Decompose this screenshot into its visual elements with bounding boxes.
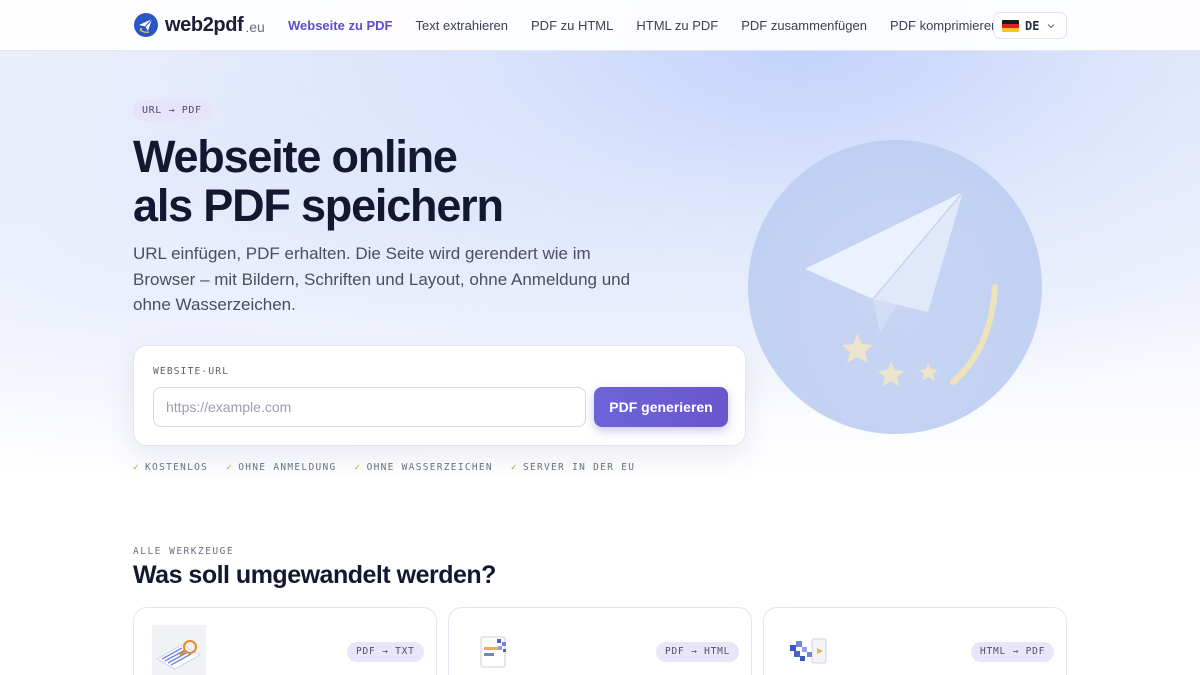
page-title-line-2: als PDF speichern bbox=[133, 180, 504, 231]
brand-tld: .eu bbox=[245, 19, 265, 35]
check-icon: ✓ bbox=[226, 462, 234, 473]
check-icon: ✓ bbox=[133, 462, 141, 473]
nav-link-pdf-zusammenfuegen[interactable]: PDF zusammenfügen bbox=[741, 18, 867, 33]
feature-list: ✓ KOSTENLOS ✓ OHNE ANMELDUNG ✓ OHNE WASSERZ… bbox=[133, 462, 653, 473]
main-menu: Webseite zu PDF Text extrahieren PDF zu … bbox=[288, 0, 1021, 50]
paper-plane-stars-icon bbox=[748, 140, 1042, 434]
tool-card-pdf-to-html[interactable]: PDF → HTML bbox=[448, 607, 752, 675]
feature-item: ✓ OHNE WASSERZEICHEN bbox=[354, 462, 493, 473]
language-selector[interactable]: DE bbox=[993, 12, 1067, 39]
top-navigation: web2pdf .eu Webseite zu PDF Text extrahi… bbox=[0, 0, 1200, 51]
nav-link-text-extrahieren[interactable]: Text extrahieren bbox=[416, 18, 509, 33]
hero-subtitle: URL einfügen, PDF erhalten. Die Seite wi… bbox=[133, 244, 631, 314]
nav-link-pdf-komprimieren[interactable]: PDF komprimieren bbox=[890, 18, 998, 33]
brand-logo[interactable]: web2pdf .eu bbox=[134, 12, 265, 38]
tool-badge: HTML → PDF bbox=[971, 642, 1055, 662]
tool-badge: PDF → HTML bbox=[656, 642, 740, 662]
check-icon: ✓ bbox=[510, 462, 518, 473]
feature-item: ✓ KOSTENLOS bbox=[133, 462, 209, 473]
nav-link-pdf-zu-html[interactable]: PDF zu HTML bbox=[531, 18, 613, 33]
page-title: Webseite online als PDF speichern bbox=[133, 132, 733, 230]
check-icon: ✓ bbox=[354, 462, 362, 473]
feature-item: ✓ OHNE ANMELDUNG bbox=[226, 462, 337, 473]
website-url-input[interactable] bbox=[153, 387, 586, 427]
tool-card-pdf-to-txt[interactable]: PDF → TXT bbox=[133, 607, 437, 675]
section-eyebrow: ALLE WERKZEUGE bbox=[133, 546, 235, 557]
text-extract-icon bbox=[152, 625, 206, 675]
chevron-down-icon bbox=[1048, 23, 1055, 28]
section-title: Was soll umgewandelt werden? bbox=[133, 561, 496, 589]
nav-link-html-zu-pdf[interactable]: HTML zu PDF bbox=[636, 18, 718, 33]
hero-tag: URL → PDF bbox=[133, 100, 211, 121]
pdf-to-html-icon bbox=[480, 636, 506, 668]
language-code: DE bbox=[1025, 18, 1040, 33]
url-form-card: WEBSITE-URL PDF generieren bbox=[133, 345, 746, 446]
page-title-line-1: Webseite online bbox=[133, 131, 458, 182]
generate-pdf-button[interactable]: PDF generieren bbox=[594, 387, 728, 427]
url-field-label: WEBSITE-URL bbox=[153, 366, 230, 377]
paper-plane-logo-icon bbox=[134, 13, 158, 37]
feature-item: ✓ SERVER IN DER EU bbox=[510, 462, 636, 473]
brand-name: web2pdf bbox=[165, 13, 244, 36]
tool-card-html-to-pdf[interactable]: HTML → PDF bbox=[763, 607, 1067, 675]
html-to-pdf-icon bbox=[790, 638, 827, 664]
nav-link-webseite-zu-pdf[interactable]: Webseite zu PDF bbox=[288, 18, 393, 33]
germany-flag-icon bbox=[1002, 19, 1019, 32]
tool-badge: PDF → TXT bbox=[347, 642, 424, 662]
